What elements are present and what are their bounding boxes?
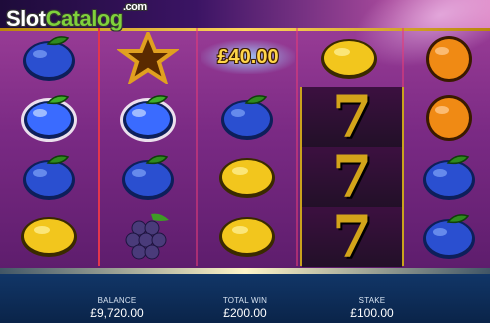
orange-symbol bbox=[400, 28, 490, 88]
logo-catalog-text: Catalog bbox=[45, 6, 124, 31]
footer-glow bbox=[0, 268, 490, 274]
win-amount: £40.00 bbox=[217, 45, 279, 68]
seven-stack: 7 7 7 bbox=[300, 87, 404, 267]
orange-symbol bbox=[400, 88, 490, 148]
plum-symbol bbox=[400, 207, 490, 267]
plum-symbol-highlight bbox=[99, 88, 197, 148]
reel-1 bbox=[0, 28, 98, 266]
total-win-display: TOTAL WIN £200.00 bbox=[215, 296, 275, 320]
logo-com-text: .com bbox=[123, 1, 147, 13]
plum-symbol bbox=[400, 147, 490, 207]
lemon-symbol bbox=[300, 28, 398, 88]
plum-symbol bbox=[198, 88, 296, 148]
win-amount-badge: £40.00 bbox=[201, 40, 295, 74]
grapes-symbol bbox=[99, 207, 197, 267]
stake-display[interactable]: STAKE £100.00 bbox=[342, 296, 402, 320]
reel-5 bbox=[400, 28, 490, 266]
balance-value: £9,720.00 bbox=[90, 306, 144, 320]
seven-symbol: 7 bbox=[302, 207, 402, 267]
lemon-symbol bbox=[198, 147, 296, 207]
plum-symbol-highlight bbox=[0, 88, 98, 148]
total-win-label: TOTAL WIN bbox=[222, 296, 268, 305]
seven-symbol: 7 bbox=[302, 147, 402, 207]
reel-2 bbox=[99, 28, 197, 266]
lemon-symbol bbox=[198, 207, 296, 267]
plum-symbol bbox=[99, 147, 197, 207]
reel-divider-1 bbox=[98, 28, 100, 266]
balance-label: BALANCE bbox=[97, 296, 137, 305]
balance-display: BALANCE £9,720.00 bbox=[87, 296, 147, 320]
total-win-value: £200.00 bbox=[223, 306, 267, 320]
plum-symbol bbox=[0, 147, 98, 207]
reel-divider-2 bbox=[196, 28, 198, 266]
logo-slot-text: Slot bbox=[6, 6, 46, 31]
site-logo: SlotCatalog .com bbox=[6, 1, 147, 32]
stake-label: STAKE bbox=[358, 296, 386, 305]
star-symbol bbox=[99, 28, 197, 88]
seven-symbol: 7 bbox=[302, 87, 402, 147]
stake-value: £100.00 bbox=[350, 306, 394, 320]
lemon-symbol bbox=[0, 207, 98, 267]
plum-symbol bbox=[0, 28, 98, 88]
reel-divider-3 bbox=[296, 28, 298, 266]
